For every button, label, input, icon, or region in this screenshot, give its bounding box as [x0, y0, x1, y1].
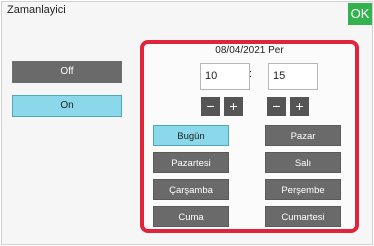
dialog-title: Zamanlayici: [7, 4, 66, 16]
day-thursday-button[interactable]: Perşembe: [265, 179, 341, 200]
day-friday-button[interactable]: Cuma: [153, 206, 229, 227]
on-button[interactable]: On: [12, 95, 122, 117]
hour-decrement-button[interactable]: −: [201, 97, 220, 116]
minute-field[interactable]: 15: [268, 63, 318, 90]
title-bar: Zamanlayici OK: [2, 2, 372, 26]
hour-field[interactable]: 10: [200, 63, 250, 90]
day-saturday-button[interactable]: Cumartesi: [265, 206, 341, 227]
day-tuesday-button[interactable]: Salı: [265, 152, 341, 173]
off-button[interactable]: Off: [12, 61, 122, 83]
minute-decrement-button[interactable]: −: [267, 97, 286, 116]
timer-dialog: Zamanlayici OK Off On 08/04/2021 Per 10 …: [1, 1, 373, 245]
time-separator: :: [249, 68, 253, 80]
schedule-panel: 08/04/2021 Per 10 : 15 − + − + Bugün Paz…: [140, 40, 359, 233]
day-today-button[interactable]: Bugün: [153, 125, 229, 146]
ok-button[interactable]: OK: [348, 3, 372, 25]
day-wednesday-button[interactable]: Çarşamba: [153, 179, 229, 200]
minute-increment-button[interactable]: +: [290, 97, 309, 116]
hour-increment-button[interactable]: +: [224, 97, 243, 116]
day-monday-button[interactable]: Pazartesi: [153, 152, 229, 173]
date-label: 08/04/2021 Per: [215, 45, 284, 56]
day-sunday-button[interactable]: Pazar: [265, 125, 341, 146]
